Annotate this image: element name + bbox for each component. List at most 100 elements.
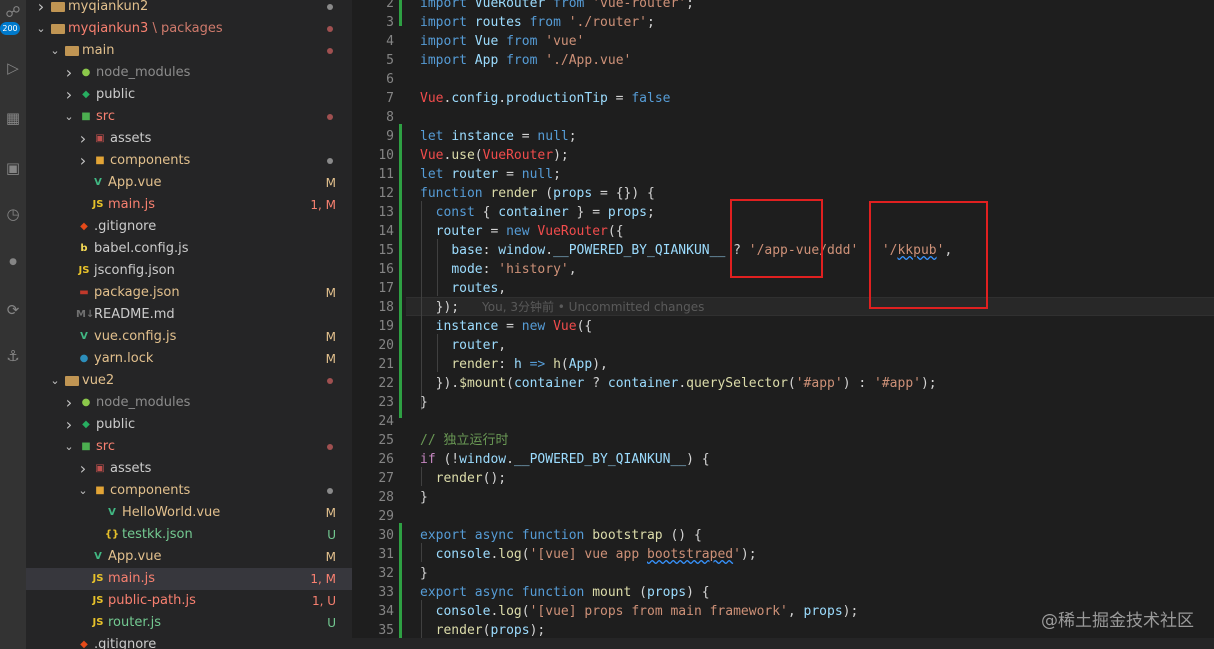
code-line[interactable]: 18 }); You, 3分钟前 • Uncommitted changes [352, 298, 1214, 317]
code-line[interactable]: 26 if (!window.__POWERED_BY_QIANKUN__) { [352, 450, 1214, 469]
chevron-right-icon[interactable]: › [63, 392, 75, 414]
code-line[interactable]: 4 import Vue from 'vue' [352, 32, 1214, 51]
source-control-icon[interactable]: ☍ [0, 0, 26, 24]
explorer-file[interactable]: ● yarn.lock M [26, 348, 352, 370]
explorer-item-label: README.md [94, 307, 175, 322]
extensions-icon[interactable]: ▦ [0, 106, 26, 130]
live-share-icon[interactable]: ⟳ [0, 298, 26, 322]
explorer-file[interactable]: JS jsconfig.json [26, 260, 352, 282]
chevron-down-icon[interactable]: ⌄ [49, 370, 61, 392]
explorer-folder[interactable]: ⌄ main [26, 40, 352, 62]
code-text: Vue.config.productionTip = false [420, 89, 670, 108]
babel-icon: b [80, 243, 88, 254]
chevron-right-icon[interactable]: › [63, 84, 75, 106]
code-line[interactable]: 3 import routes from './router'; [352, 13, 1214, 32]
code-line[interactable]: 7 Vue.config.productionTip = false [352, 89, 1214, 108]
chevron-right-icon[interactable]: › [63, 414, 75, 436]
explorer-file[interactable]: b babel.config.js [26, 238, 352, 260]
chevron-down-icon[interactable]: ⌄ [77, 480, 89, 502]
chevron-down-icon[interactable]: ⌄ [63, 106, 75, 128]
code-line[interactable]: 25 // 独立运行时 [352, 431, 1214, 450]
explorer-folder[interactable]: › ◆ public [26, 414, 352, 436]
line-number: 18 [378, 300, 394, 315]
chevron-right-icon[interactable]: › [77, 150, 89, 172]
remote-explorer-icon[interactable]: ▣ [0, 156, 26, 180]
explorer-file[interactable]: Vvue.config.js M [26, 326, 352, 348]
explorer-item-label: App.vue [108, 175, 162, 190]
explorer-folder[interactable]: ⌄ myqiankun3 \ packages [26, 18, 352, 40]
code-token: 'vue' [545, 34, 585, 49]
chevron-right-icon[interactable]: › [77, 458, 89, 480]
code-line[interactable]: 2 import VueRouter from 'vue-router'; [352, 0, 1214, 13]
chevron-right-icon[interactable]: › [63, 62, 75, 84]
code-line[interactable]: 29 [352, 507, 1214, 526]
vue-icon: V [94, 177, 102, 188]
code-token: if [420, 452, 444, 467]
code-line[interactable]: 31 console.log('[vue] vue app bootstrape… [352, 545, 1214, 564]
explorer-file[interactable]: JS public-path.js 1, U [26, 590, 352, 612]
explorer-folder[interactable]: › ● node_modules [26, 62, 352, 84]
explorer-folder[interactable]: ⌄ ■ src [26, 436, 352, 458]
chevron-right-icon[interactable]: › [35, 0, 47, 18]
code-token: const [435, 205, 483, 220]
explorer-file[interactable]: V App.vue M [26, 172, 352, 194]
chevron-right-icon[interactable]: › [77, 128, 89, 150]
explorer-file[interactable]: ◆ .gitignore [26, 216, 352, 238]
code-line[interactable]: 6 [352, 70, 1214, 89]
explorer-file[interactable]: {} testkk.json U [26, 524, 352, 546]
line-number: 9 [386, 129, 394, 144]
chevron-down-icon[interactable]: ⌄ [49, 40, 61, 62]
code-editor[interactable]: 2 import VueRouter from 'vue-router'; 3 imp… [352, 0, 1214, 649]
explorer-folder[interactable]: › ● node_modules [26, 392, 352, 414]
code-line[interactable]: 27 render(); [352, 469, 1214, 488]
explorer-file[interactable]: ▬ package.json M [26, 282, 352, 304]
explorer-file[interactable]: JS main.js 1, M [26, 568, 352, 590]
code-line[interactable]: 9 let instance = null; [352, 127, 1214, 146]
code-token: from [498, 34, 546, 49]
code-line[interactable]: 32} [352, 564, 1214, 583]
chevron-down-icon[interactable]: ⌄ [63, 436, 75, 458]
code-line[interactable]: 24 [352, 412, 1214, 431]
code-line[interactable]: 11 let router = null; [352, 165, 1214, 184]
code-line[interactable]: 10 Vue.use(VueRouter); [352, 146, 1214, 165]
line-number: 13 [378, 205, 394, 220]
code-line[interactable]: 30 export async function bootstrap () { [352, 526, 1214, 545]
explorer-file[interactable]: JS router.js U [26, 612, 352, 634]
explorer-folder[interactable]: › ◆ public [26, 84, 352, 106]
code-token: ; [686, 0, 694, 11]
explorer-file[interactable]: V App.vue M [26, 546, 352, 568]
code-line[interactable]: 17 routes, [352, 279, 1214, 298]
code-token: let [420, 167, 452, 182]
explorer-folder[interactable]: ⌄ ■ src [26, 106, 352, 128]
run-debug-icon[interactable]: ▷ [0, 56, 26, 80]
code-line[interactable]: 5 import App from './App.vue' [352, 51, 1214, 70]
explorer-file[interactable]: JS main.js 1, M [26, 194, 352, 216]
code-line[interactable]: 28} [352, 488, 1214, 507]
explorer-file[interactable]: M↓ README.md [26, 304, 352, 326]
explorer-file[interactable]: ◆ .gitignore [26, 634, 352, 649]
explorer-folder[interactable]: › myqiankun2 [26, 0, 352, 18]
code-line[interactable]: 33 export async function mount (props) { [352, 583, 1214, 602]
code-line[interactable]: 19 instance = new Vue({ [352, 317, 1214, 336]
explorer-folder[interactable]: › ■ components [26, 150, 352, 172]
explorer-file[interactable]: V HelloWorld.vue M [26, 502, 352, 524]
json-icon[interactable]: ● [0, 250, 26, 274]
explorer-folder[interactable]: › ▣ assets [26, 128, 352, 150]
git-status-dot [327, 378, 333, 384]
code-line[interactable]: 23} [352, 393, 1214, 412]
code-line[interactable]: 21 render: h => h(App), [352, 355, 1214, 374]
code-token: ; [647, 15, 655, 30]
chevron-down-icon[interactable]: ⌄ [35, 18, 47, 40]
code-text: } [420, 393, 428, 412]
code-line[interactable]: 8 [352, 108, 1214, 127]
explorer-folder[interactable]: › ▣ assets [26, 458, 352, 480]
docker-icon[interactable]: ⚓ [0, 344, 26, 368]
explorer-folder[interactable]: ⌄ ■ components [26, 480, 352, 502]
timeline-icon[interactable]: ◷ [0, 202, 26, 226]
code-line[interactable]: 22 }).$mount(container ? container.query… [352, 374, 1214, 393]
code-line[interactable]: 20 router, [352, 336, 1214, 355]
git-status-badge: M [325, 176, 336, 190]
explorer-folder[interactable]: ⌄ vue2 [26, 370, 352, 392]
code-token: mount [592, 585, 632, 600]
